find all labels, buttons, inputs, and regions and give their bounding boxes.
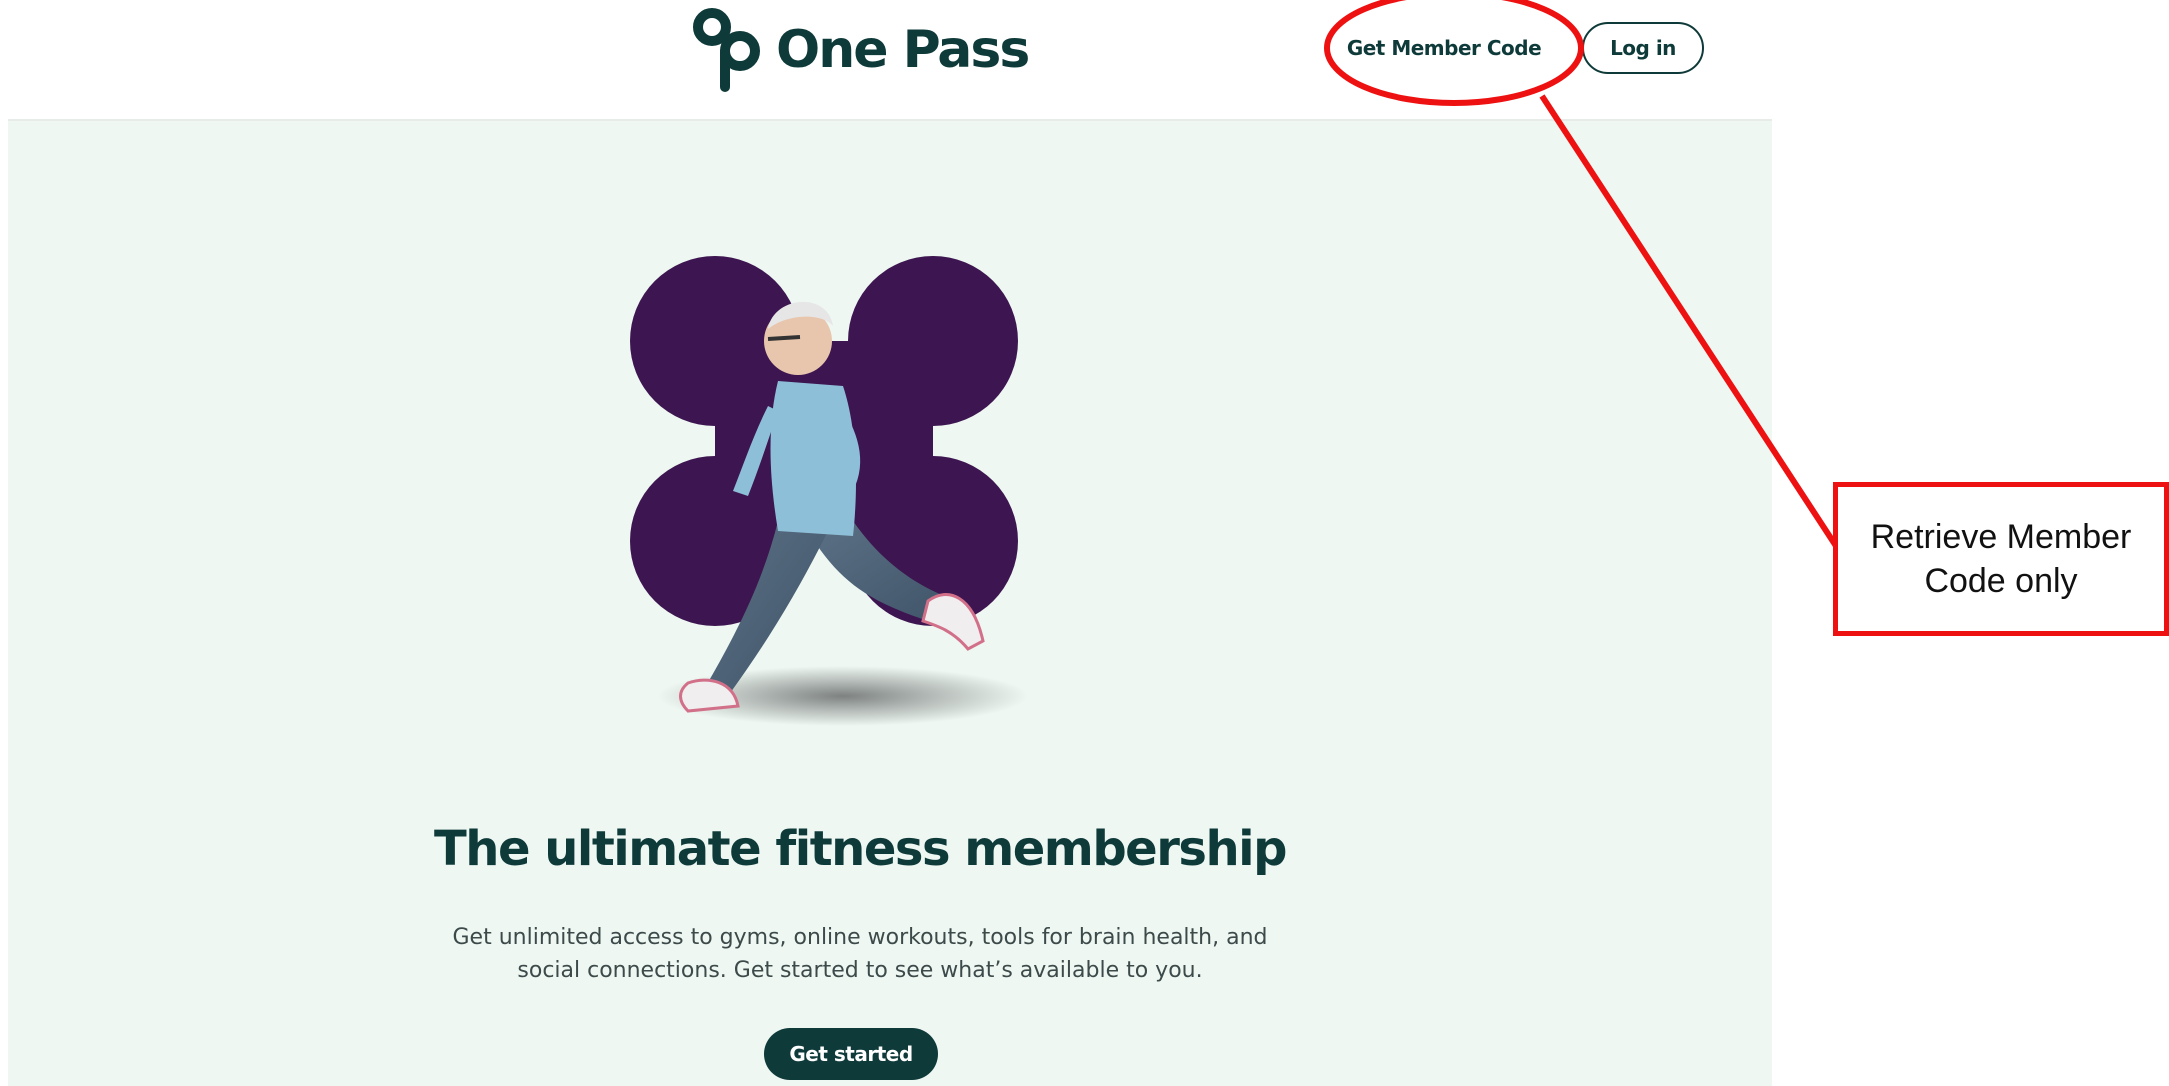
get-member-code-link[interactable]: Get Member Code [1344, 28, 1544, 68]
annotation-callout-box: Retrieve Member Code only [1833, 482, 2169, 636]
onepass-logo-icon [692, 7, 762, 93]
get-started-button[interactable]: Get started [764, 1028, 938, 1080]
logo-text: One Pass [776, 20, 1030, 80]
hero-illustration [628, 201, 1098, 761]
page: One Pass Get Member Code Log in The ulti… [0, 0, 2169, 1086]
hero-section: The ultimate fitness membership Get unli… [8, 121, 1772, 1086]
site: One Pass Get Member Code Log in The ulti… [8, 0, 1772, 1086]
hero-title: The ultimate fitness membership [434, 821, 1287, 877]
site-header: One Pass Get Member Code Log in [8, 0, 1772, 121]
login-button[interactable]: Log in [1582, 22, 1704, 74]
hero-description: Get unlimited access to gyms, online wor… [452, 925, 1268, 983]
onepass-logo[interactable]: One Pass [692, 6, 1030, 94]
